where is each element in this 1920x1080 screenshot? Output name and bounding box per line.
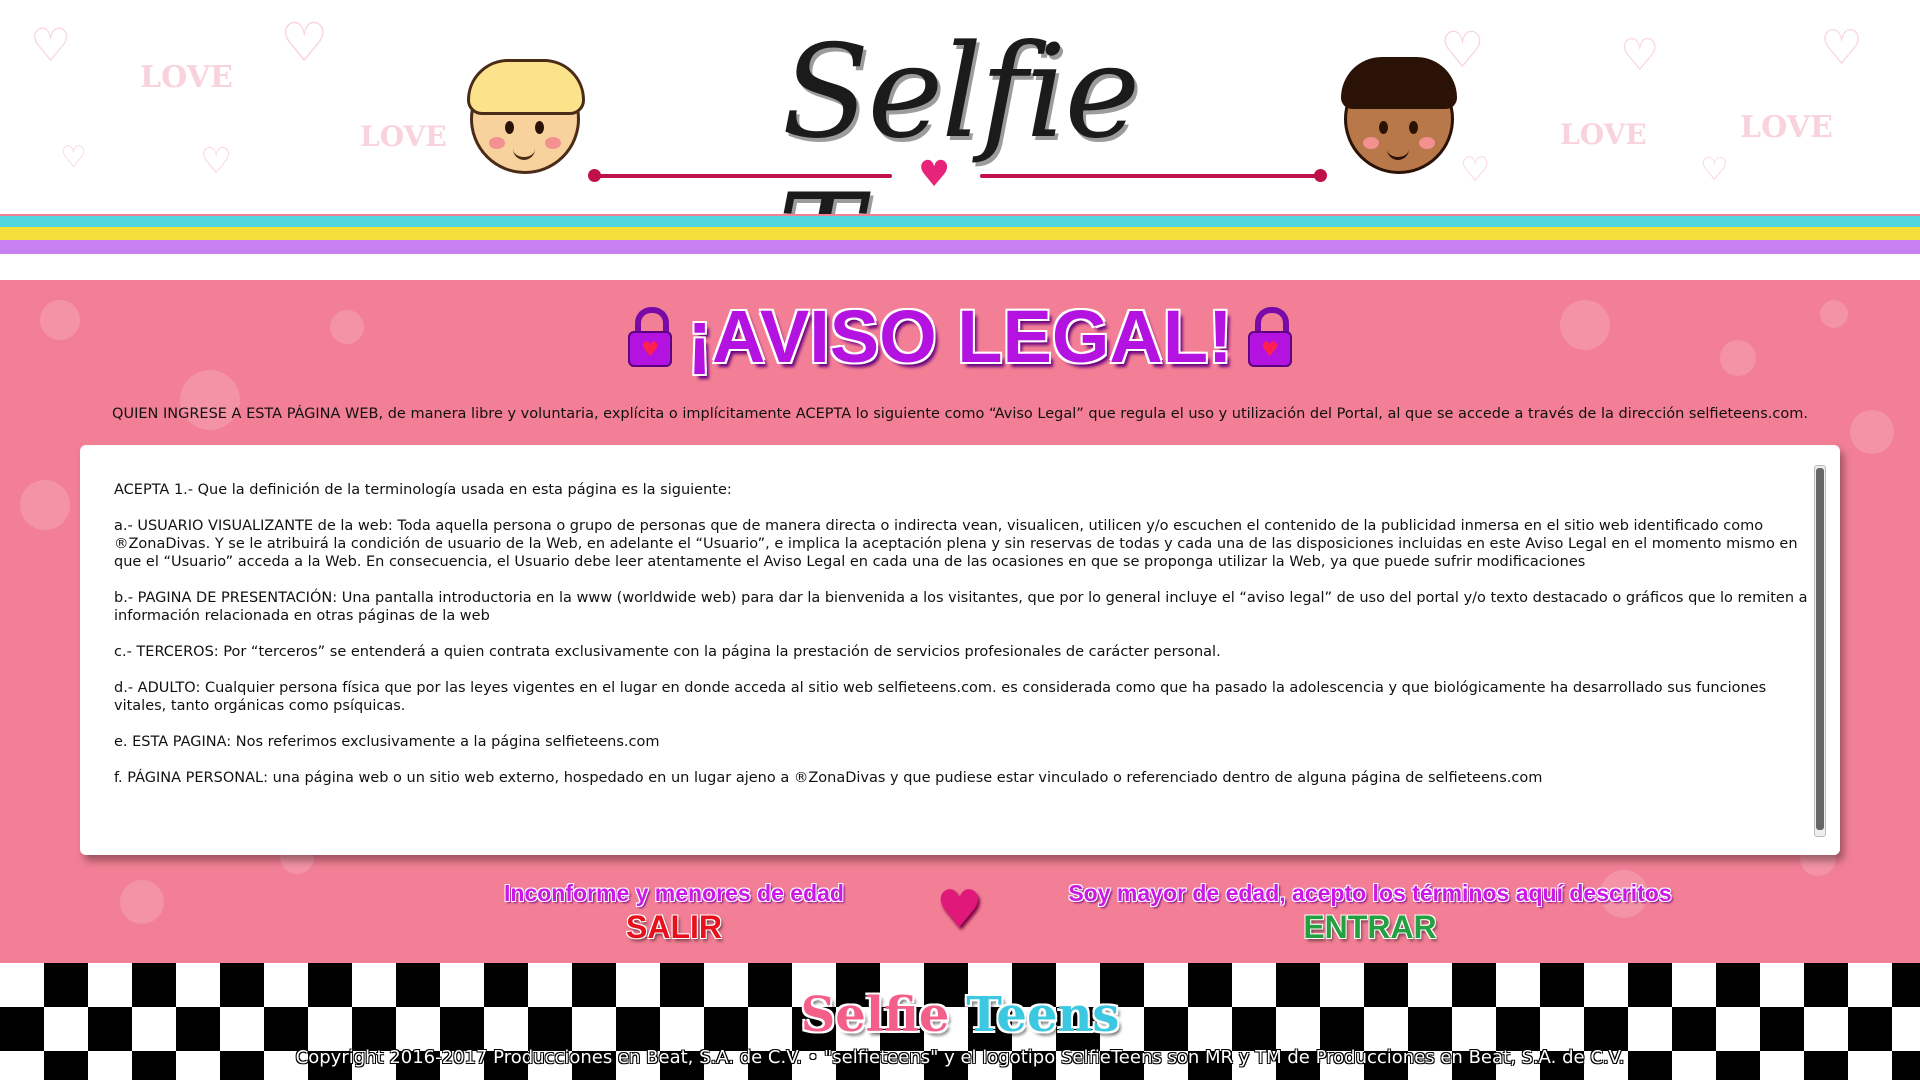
terms-scroll-panel[interactable]: ACEPTA 1.- Que la definición de la termi… [80, 445, 1840, 855]
footer-logo-part2: Teens [966, 987, 1120, 1043]
logo-dot-left [588, 169, 601, 182]
stripe-cyan-band [0, 216, 1920, 227]
girl-face-icon [1341, 57, 1457, 174]
legal-title: ♥ ¡AVISO LEGAL! ♥ [0, 294, 1920, 379]
heart-icon: ♥ [918, 154, 951, 195]
terms-scrollbar[interactable] [1814, 465, 1826, 837]
terms-paragraph: a.- USUARIO VISUALIZANTE de la web: Toda… [114, 518, 1798, 570]
footer-logo-part1: Selfie [800, 987, 950, 1043]
footer-logo[interactable]: Selfie Teens [0, 987, 1920, 1043]
terms-content: ACEPTA 1.- Que la definición de la termi… [114, 481, 1812, 805]
padlock-heart-icon: ♥ [1247, 306, 1292, 367]
stripe-white-band [0, 254, 1920, 280]
logo-underline-left [592, 174, 892, 178]
exit-button[interactable]: Inconforme y menores de edad SALIR [484, 880, 864, 946]
scrollbar-thumb[interactable] [1816, 468, 1824, 830]
enter-label[interactable]: ENTRAR [1040, 909, 1700, 946]
site-footer: Selfie Teens Copyright 2016-2017 Producc… [0, 963, 1920, 1080]
terms-paragraph: ACEPTA 1.- Que la definición de la termi… [114, 482, 732, 498]
exit-label[interactable]: SALIR [484, 909, 864, 946]
logo-underline-right [980, 174, 1320, 178]
enter-button[interactable]: Soy mayor de edad, acepto los términos a… [1040, 880, 1700, 946]
intro-text: QUIEN INGRESE A ESTA PÁGINA WEB, de mane… [112, 406, 1808, 422]
page-title: ¡AVISO LEGAL! [687, 295, 1233, 378]
stripe-yellow-band [0, 227, 1920, 240]
enter-caption[interactable]: Soy mayor de edad, acepto los términos a… [1040, 880, 1700, 907]
logo-dot-right [1314, 169, 1327, 182]
site-header: ♡ LOVE ♡ LOVE ♡ ♡ ♡ LOVE ♡ LOVE ♡ ♡ ♡ ♡ … [0, 0, 1920, 214]
site-logo[interactable]: Selfie Teens [620, 18, 1300, 214]
terms-paragraph: b.- PAGINA DE PRESENTACIÓN: Una pantalla… [114, 590, 1808, 624]
terms-paragraph: c.- TERCEROS: Por “terceros” se entender… [114, 644, 1221, 660]
terms-paragraph: d.- ADULTO: Cualquier persona física que… [114, 680, 1767, 714]
exit-caption[interactable]: Inconforme y menores de edad [484, 880, 864, 907]
terms-paragraph: e. ESTA PAGINA: Nos referimos exclusivam… [114, 734, 660, 750]
terms-paragraph: f. PÁGINA PERSONAL: una página web o un … [114, 770, 1543, 786]
copyright-text: Copyright 2016-2017 Producciones en Beat… [295, 1047, 1625, 1068]
heart-icon: ♥ [936, 880, 983, 940]
legal-notice-section: ♥ ¡AVISO LEGAL! ♥ QUIEN INGRESE A ESTA P… [0, 280, 1920, 963]
padlock-heart-icon: ♥ [628, 306, 673, 367]
boy-face-icon [467, 59, 585, 174]
stripe-purple-band [0, 240, 1920, 254]
